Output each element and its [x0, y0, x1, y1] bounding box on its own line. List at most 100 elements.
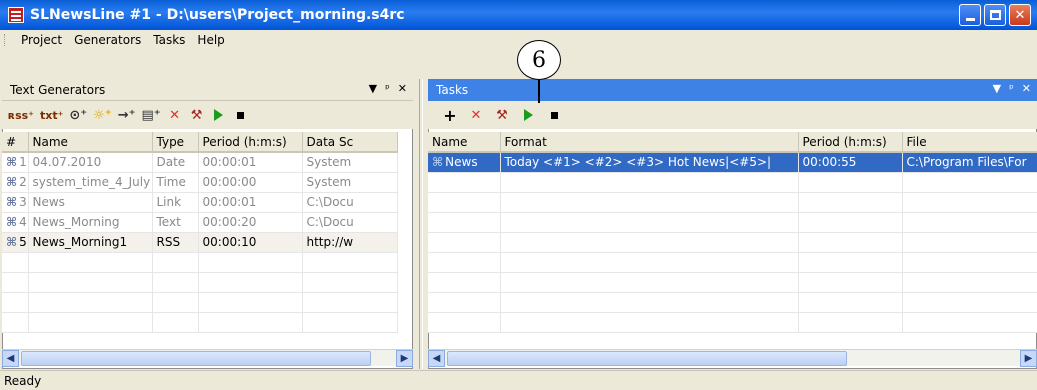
menu-tasks[interactable]: Tasks — [147, 33, 191, 47]
table-row[interactable]: ⌘ 1 04.07.2010 Date 00:00:01 System — [2, 152, 398, 173]
empty-row — [2, 312, 398, 333]
col-type[interactable]: Type — [152, 132, 199, 153]
play-icon[interactable] — [211, 106, 227, 124]
generator-icon: ⌘ — [6, 215, 18, 229]
scroll-thumb[interactable] — [21, 350, 371, 366]
tasks-header: Tasks ▼ ᵖ ✕ — [428, 79, 1037, 101]
pin-icon[interactable]: ᵖ — [385, 82, 390, 95]
row-period: 00:00:01 — [198, 152, 303, 173]
left-horizontal-scrollbar[interactable]: ◀ ▶ — [2, 349, 413, 367]
row-type: Time — [152, 172, 199, 193]
generators-table: # Name Type Period (h:m:s) Data Sc ⌘ 1 04… — [2, 132, 398, 333]
row-number: 2 — [19, 175, 27, 189]
col-period[interactable]: Period (h:m:s) — [198, 132, 303, 153]
add-text-icon[interactable]: txt⁺ — [40, 106, 63, 124]
panel-splitter[interactable] — [415, 79, 426, 369]
stop-icon[interactable] — [546, 106, 562, 124]
row-type: Link — [152, 192, 199, 213]
col-period[interactable]: Period (h:m:s) — [798, 132, 903, 153]
text-generators-title: Text Generators — [10, 82, 106, 97]
add-table-icon[interactable]: ▤⁺ — [141, 106, 160, 124]
stop-icon[interactable] — [233, 106, 249, 124]
row-data-source: C:\Docu — [302, 192, 398, 213]
col-format[interactable]: Format — [500, 132, 799, 153]
close-button[interactable]: ✕ — [1009, 4, 1031, 26]
maximize-button[interactable] — [984, 4, 1006, 26]
minimize-button[interactable] — [959, 4, 981, 26]
menu-help[interactable]: Help — [191, 33, 230, 47]
row-number: 4 — [19, 215, 27, 229]
scroll-thumb[interactable] — [447, 350, 847, 366]
tasks-table: Name Format Period (h:m:s) File ⌘ News To… — [428, 132, 1037, 333]
col-name[interactable]: Name — [28, 132, 153, 153]
row-number: 1 — [19, 155, 27, 170]
generator-icon: ⌘ — [6, 195, 18, 209]
add-time-icon[interactable]: ⊙⁺ — [69, 106, 87, 124]
task-properties-icon[interactable]: ⚒ — [494, 106, 510, 124]
add-link-icon[interactable]: →⁺ — [118, 106, 136, 124]
add-task-icon[interactable]: + — [442, 106, 458, 125]
scroll-right-icon[interactable]: ▶ — [1020, 349, 1037, 367]
row-name: News_Morning — [28, 212, 153, 233]
empty-row — [428, 232, 1037, 253]
menu-generators[interactable]: Generators — [68, 33, 147, 47]
table-row[interactable]: ⌘ 3 News Link 00:00:01 C:\Docu — [2, 192, 398, 213]
menu-project[interactable]: Project — [15, 33, 68, 47]
menu-grip — [4, 34, 7, 46]
delete-icon[interactable]: ✕ — [167, 106, 183, 124]
col-name[interactable]: Name — [428, 132, 501, 153]
empty-row — [2, 252, 398, 273]
right-horizontal-scrollbar[interactable]: ◀ ▶ — [428, 349, 1037, 367]
scroll-left-icon[interactable]: ◀ — [428, 349, 445, 367]
empty-row — [428, 172, 1037, 193]
row-data-source: System — [302, 172, 398, 193]
generator-icon: ⌘ — [6, 235, 18, 249]
panel-close-icon[interactable]: ✕ — [398, 82, 407, 95]
empty-row — [428, 292, 1037, 313]
row-format: Today <#1> <#2> <#3> Hot News|<#5>| — [500, 152, 799, 173]
panel-menu-icon[interactable]: ▼ — [993, 82, 1001, 95]
empty-row — [428, 252, 1037, 273]
add-sun-icon[interactable]: ☼⁺ — [93, 106, 112, 124]
generators-toolbar: ʀss⁺ txt⁺ ⊙⁺ ☼⁺ →⁺ ▤⁺ ✕ ⚒ — [2, 101, 413, 129]
tasks-title: Tasks — [436, 83, 469, 97]
app-icon — [8, 7, 24, 23]
table-row[interactable]: ⌘ 4 News_Morning Text 00:00:20 C:\Docu — [2, 212, 398, 233]
row-data-source: System — [302, 152, 398, 173]
row-period: 00:00:10 — [198, 232, 303, 253]
empty-row — [428, 212, 1037, 233]
panel-close-icon[interactable]: ✕ — [1022, 82, 1031, 95]
table-row[interactable]: ⌘ News Today <#1> <#2> <#3> Hot News|<#5>… — [428, 152, 1037, 173]
generator-icon: ⌘ — [6, 175, 18, 189]
minimize-icon — [965, 17, 975, 21]
row-file: C:\Program Files\For — [902, 152, 1037, 173]
col-number[interactable]: # — [2, 132, 29, 153]
row-period: 00:00:01 — [198, 192, 303, 213]
row-type: RSS — [152, 232, 199, 253]
empty-row — [428, 192, 1037, 213]
row-period: 00:00:20 — [198, 212, 303, 233]
scroll-right-icon[interactable]: ▶ — [396, 349, 413, 367]
panel-menu-icon[interactable]: ▼ — [369, 82, 377, 95]
close-icon: ✕ — [1014, 7, 1026, 23]
row-number: 3 — [19, 195, 27, 209]
properties-icon[interactable]: ⚒ — [189, 106, 205, 124]
row-period: 00:00:00 — [198, 172, 303, 193]
row-name: system_time_4_July — [28, 172, 153, 193]
row-number: 5 — [19, 235, 27, 249]
row-data-source: C:\Docu — [302, 212, 398, 233]
pin-icon[interactable]: ᵖ — [1009, 82, 1014, 95]
scroll-left-icon[interactable]: ◀ — [2, 349, 19, 367]
col-file[interactable]: File — [902, 132, 1037, 153]
col-data-source[interactable]: Data Sc — [302, 132, 398, 153]
row-name: News — [28, 192, 153, 213]
row-name: News — [445, 155, 478, 170]
add-rss-icon[interactable]: ʀss⁺ — [8, 106, 34, 124]
title-bar[interactable]: SLNewsLine #1 - D:\users\Project_morning… — [0, 0, 1037, 30]
table-row[interactable]: ⌘ 5 News_Morning1 RSS 00:00:10 http://w — [2, 232, 398, 253]
delete-task-icon[interactable]: ✕ — [468, 106, 484, 124]
table-row[interactable]: ⌘ 2 system_time_4_July Time 00:00:00 Syst… — [2, 172, 398, 193]
play-icon[interactable] — [520, 106, 536, 124]
empty-row — [428, 312, 1037, 333]
callout-marker: 6 — [517, 40, 561, 80]
